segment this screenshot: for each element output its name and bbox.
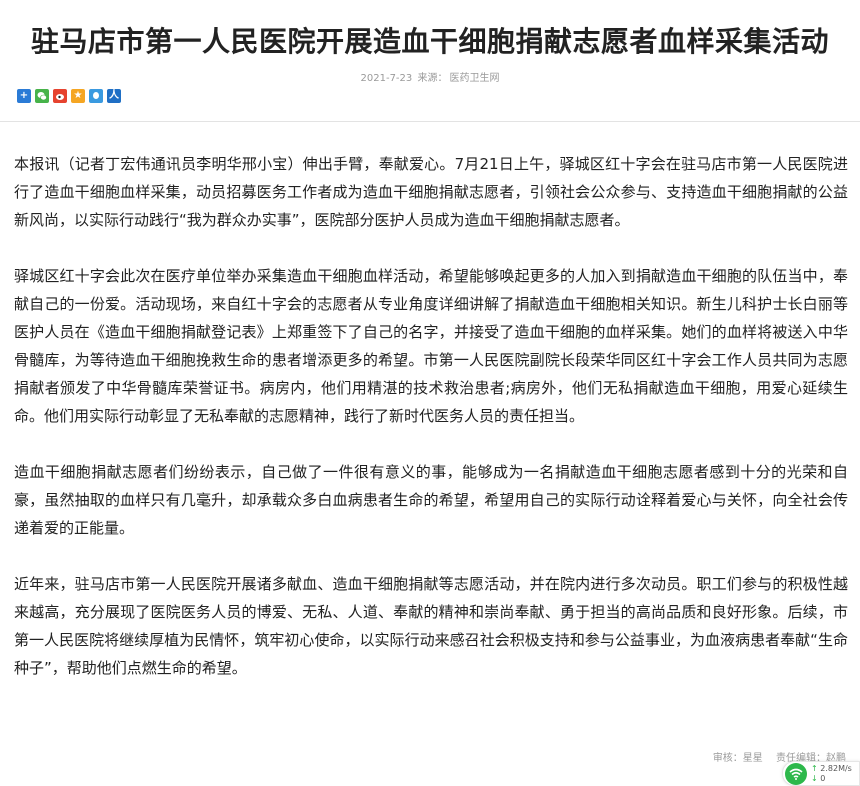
- article-paragraph: 近年来，驻马店市第一人民医院开展诸多献血、造血干细胞捐献等志愿活动，并在院内进行…: [14, 575, 848, 677]
- weibo-icon[interactable]: [53, 89, 67, 103]
- source-name[interactable]: 医药卫生网: [449, 73, 499, 84]
- article-paragraph: 造血干细胞捐献志愿者们纷纷表示，自己做了一件很有意义的事，能够成为一名捐献造血干…: [14, 463, 848, 537]
- article-paragraph: 驿城区红十字会此次在医疗单位举办采集造血干细胞血样活动，希望能够唤起更多的人加入…: [14, 267, 848, 425]
- publish-date: 2021-7-23: [360, 73, 413, 84]
- article-paragraph: 本报讯（记者丁宏伟通讯员李明华邢小宝）伸出手臂，奉献爱心。7月21日上午，驿城区…: [14, 155, 848, 229]
- header-divider: [0, 121, 860, 122]
- page: 驻马店市第一人民医院开展造血干细胞捐献志愿者血样采集活动 2021-7-23 来…: [0, 0, 860, 786]
- qzone-icon[interactable]: ★: [71, 89, 85, 103]
- article-meta: 2021-7-23 来源： 医药卫生网: [0, 69, 860, 84]
- article-title: 驻马店市第一人民医院开展造血干细胞捐献志愿者血样采集活动: [30, 25, 829, 58]
- qq-icon[interactable]: [89, 89, 103, 103]
- renren-icon[interactable]: 人: [107, 89, 121, 103]
- wechat-icon[interactable]: [35, 89, 49, 103]
- network-speed-widget[interactable]: 2.82M/s 0: [782, 761, 860, 786]
- reviewer: 审核：星星: [712, 753, 763, 764]
- article-body: 本报讯（记者丁宏伟通讯员李明华邢小宝）伸出手臂，奉献爱心。7月21日上午，驿城区…: [14, 150, 848, 710]
- upload-speed: 2.82M/s: [811, 764, 852, 774]
- download-speed: 0: [811, 774, 852, 784]
- wifi-icon: [785, 762, 807, 785]
- share-more-icon[interactable]: +: [17, 89, 31, 103]
- source-label: 来源：: [417, 73, 448, 84]
- network-speed-values: 2.82M/s 0: [811, 764, 852, 784]
- share-bar: + ★ 人: [17, 89, 121, 103]
